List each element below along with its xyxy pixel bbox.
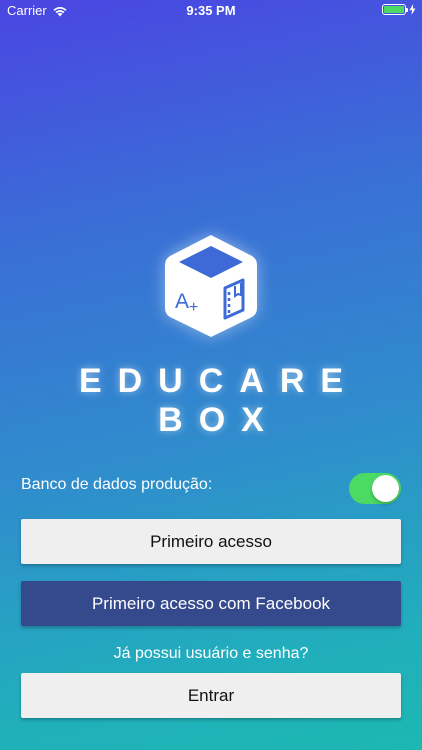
brand-title-line1: EDUCARE [78, 362, 360, 400]
battery-fill [384, 6, 404, 13]
first-access-button[interactable]: Primeiro acesso [21, 519, 401, 564]
enter-button[interactable]: Entrar [21, 673, 401, 718]
brand-title-line2: BOX [158, 401, 280, 439]
svg-text:A: A [175, 290, 189, 313]
has-account-prompt: Já possui usuário e senha? [113, 645, 309, 662]
db-production-toggle[interactable] [349, 473, 401, 504]
svg-text:+: + [189, 299, 198, 316]
status-time: 9:35 PM [186, 3, 236, 18]
toggle-knob [372, 475, 399, 502]
status-bar: Carrier 9:35 PM [0, 0, 422, 22]
facebook-first-access-button[interactable]: Primeiro acesso com Facebook [21, 581, 401, 626]
educare-cube-logo-icon: A + [165, 235, 257, 337]
battery-indicator [382, 4, 416, 15]
charging-bolt-icon [409, 4, 416, 15]
db-production-label: Banco de dados produção: [21, 476, 213, 493]
battery-icon [382, 4, 408, 15]
